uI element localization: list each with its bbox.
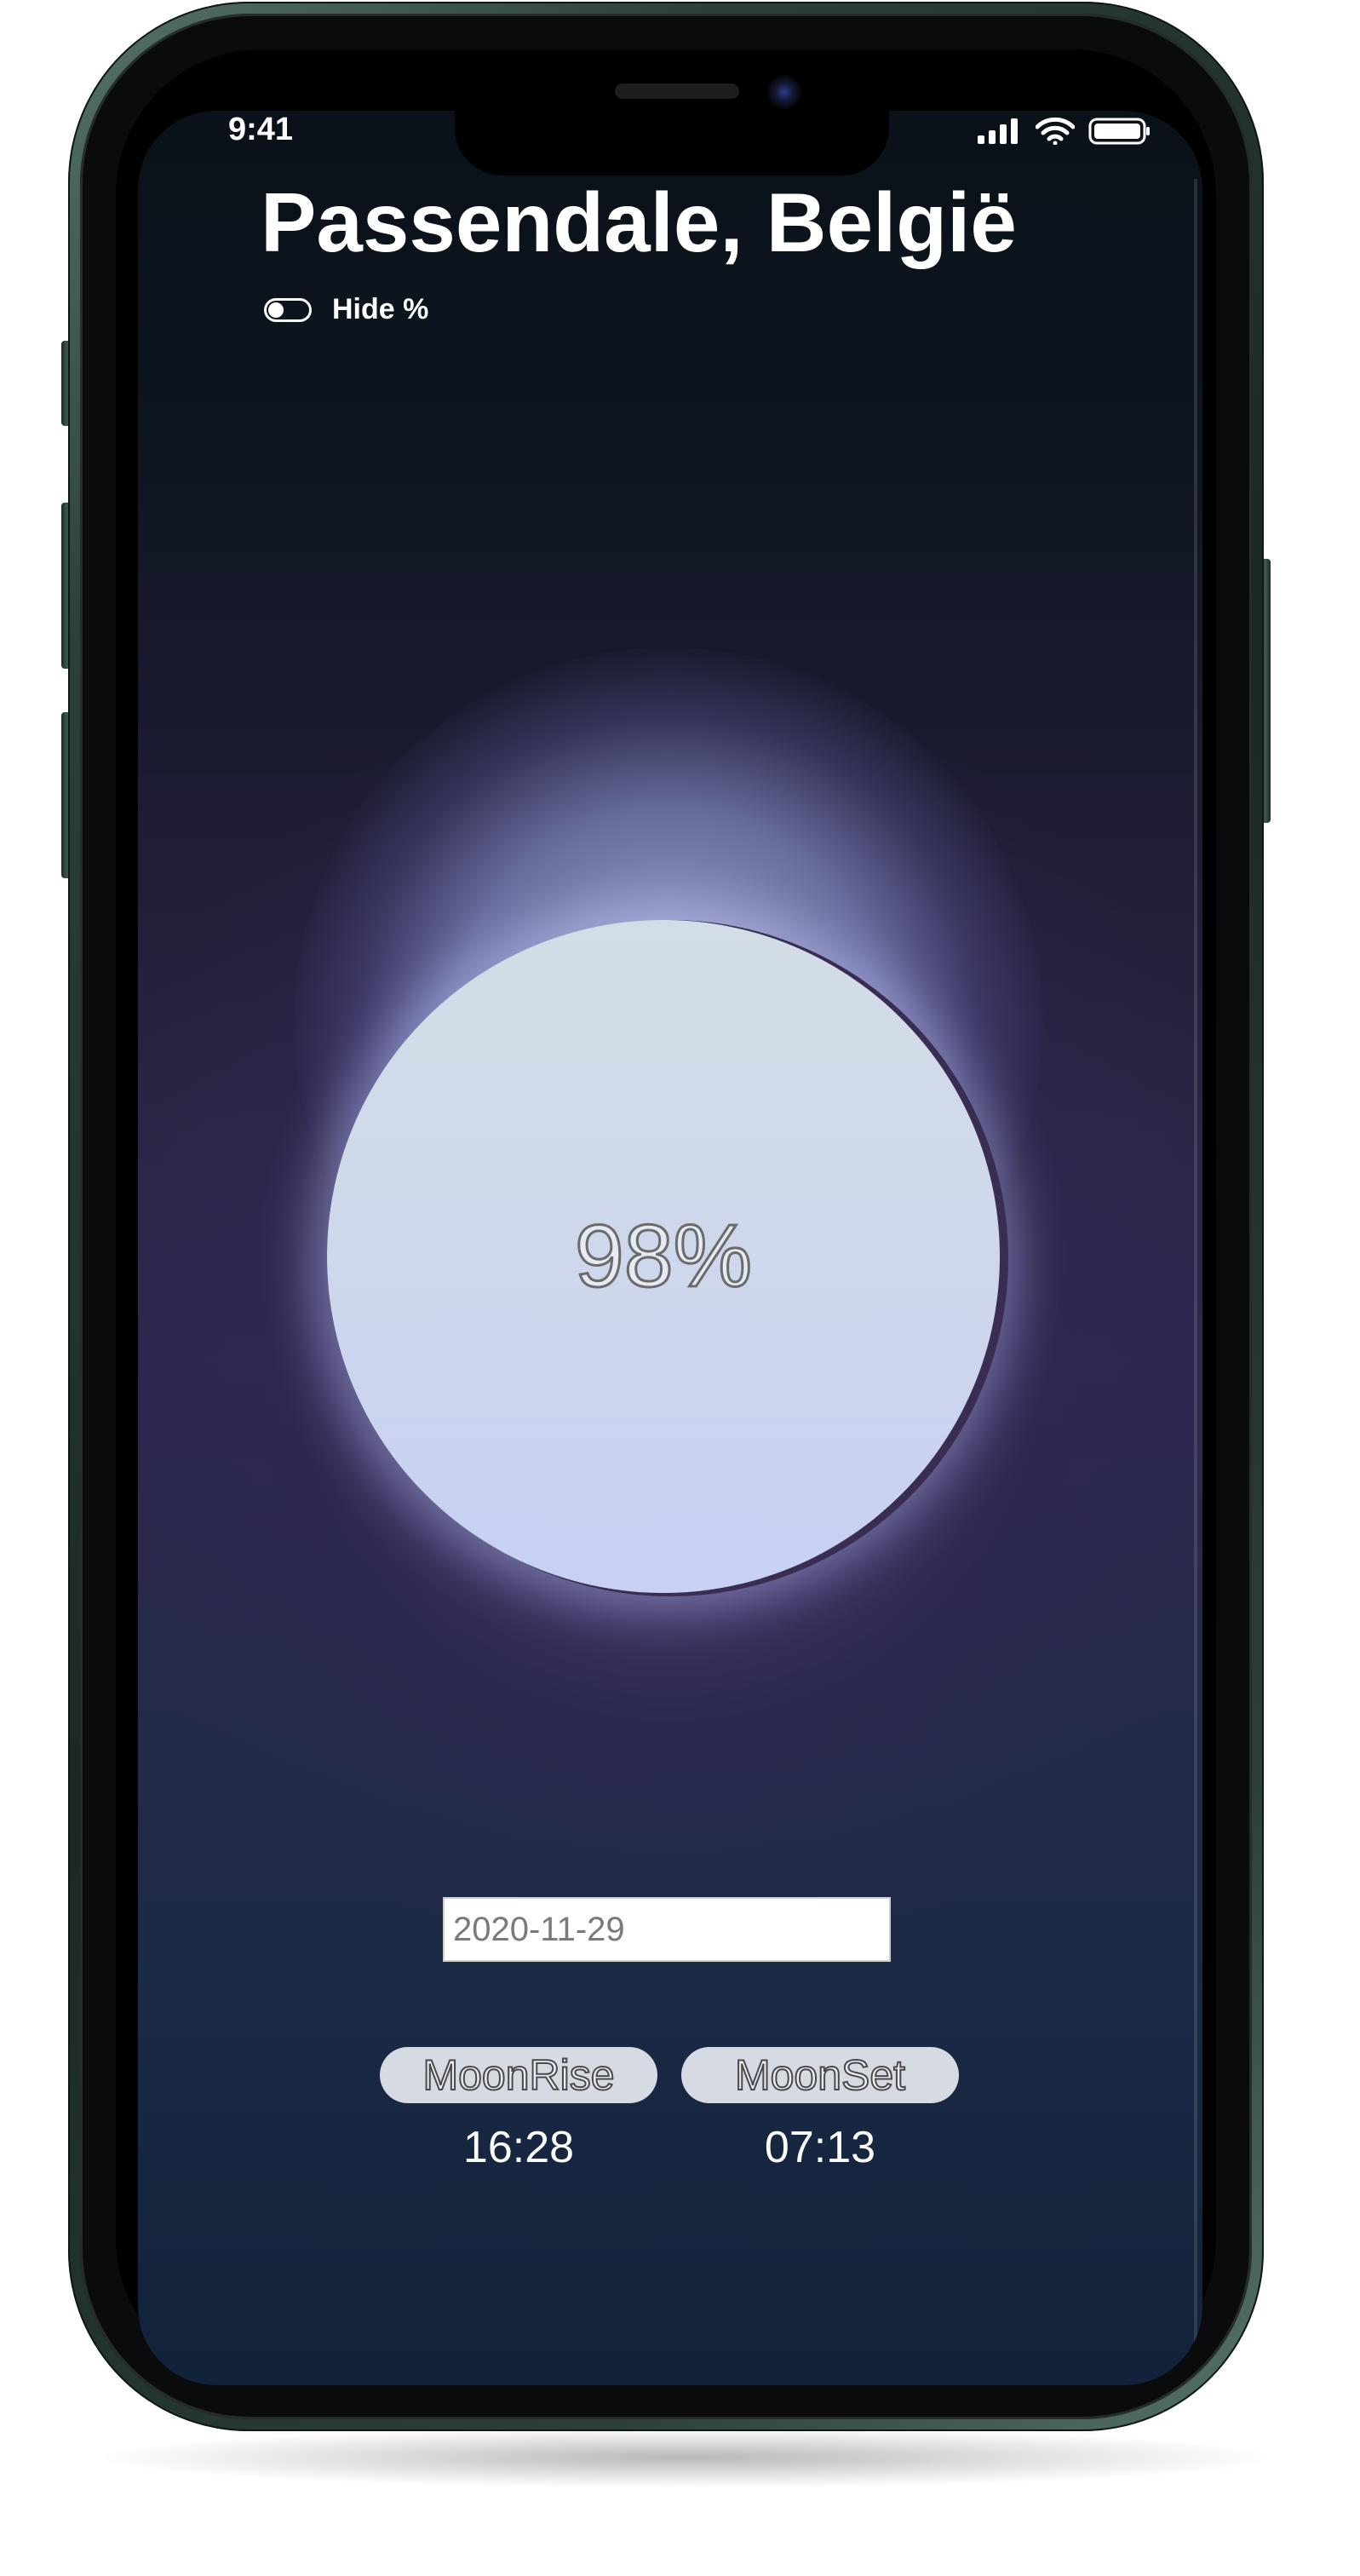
moonset-column: MoonSet 07:13 xyxy=(681,2047,959,2173)
app-screen: 9:41 Passendale, België Hide % 98% 2020-… xyxy=(138,111,1202,2385)
status-time: 9:41 xyxy=(228,112,294,147)
hide-percent-toggle-row[interactable]: Hide % xyxy=(264,293,428,326)
status-icons xyxy=(978,116,1151,147)
front-camera xyxy=(767,75,801,109)
moonrise-time: 16:28 xyxy=(462,2123,575,2172)
device-mockup: 9:41 Passendale, België Hide % 98% 2020-… xyxy=(0,0,1360,2576)
battery-icon xyxy=(1088,118,1150,145)
moon-illumination-percent: 98% xyxy=(573,1205,753,1307)
location-title: Passendale, België xyxy=(261,175,1017,269)
hide-percent-toggle[interactable] xyxy=(264,297,312,322)
moonset-time: 07:13 xyxy=(764,2123,876,2172)
toggle-knob xyxy=(268,302,284,318)
hide-percent-label: Hide % xyxy=(332,293,429,325)
notch xyxy=(455,111,889,175)
moonrise-label: MoonRise xyxy=(380,2047,657,2103)
moonrise-column: MoonRise 16:28 xyxy=(380,2047,657,2173)
moonset-label: MoonSet xyxy=(681,2047,959,2103)
screen-edge-highlight xyxy=(1194,179,1197,2385)
wifi-icon xyxy=(1036,118,1075,145)
device-shadow xyxy=(102,2428,1269,2487)
earpiece-speaker xyxy=(615,83,739,99)
moon-phase-disc: 98% xyxy=(327,920,1000,1593)
signal-icon xyxy=(978,118,1018,144)
date-input[interactable] xyxy=(443,1897,891,1962)
moon-times: MoonRise 16:28 MoonSet 07:13 xyxy=(380,2047,959,2173)
